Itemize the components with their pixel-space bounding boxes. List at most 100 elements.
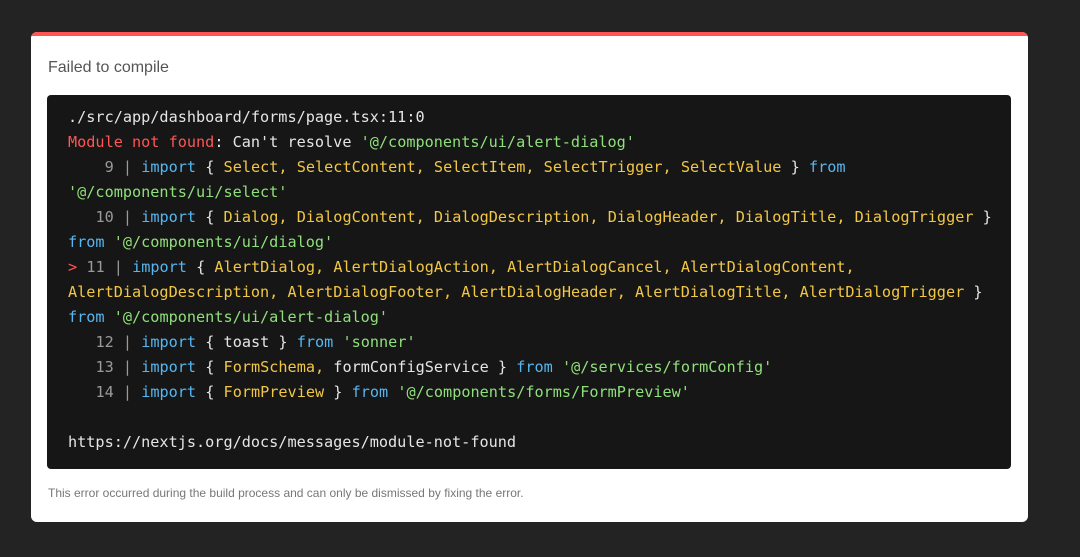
comma: , <box>616 283 626 301</box>
gutter-pipe: | <box>122 383 133 401</box>
error-label: Module not found <box>68 133 215 151</box>
brace-close: } <box>278 333 288 351</box>
line-number: 9 <box>104 158 114 176</box>
identifier: DialogDescription <box>433 208 590 226</box>
identifier: FormPreview <box>223 383 325 401</box>
identifier: AlertDialogAction <box>333 258 489 276</box>
line-number: 12 <box>95 333 114 351</box>
error-line-marker: > <box>68 258 78 276</box>
identifier: Select <box>223 158 279 176</box>
brace-close: } <box>982 208 992 226</box>
error-message: : Can't resolve <box>214 133 361 151</box>
comma: , <box>269 283 279 301</box>
line-number: 13 <box>95 358 114 376</box>
file-path: ./src/app/dashboard/forms/page.tsx:11:0 <box>68 108 425 126</box>
keyword-from: from <box>808 158 846 176</box>
comma: , <box>781 283 791 301</box>
line-number: 10 <box>95 208 114 226</box>
comma: , <box>278 158 288 176</box>
gutter-pipe: | <box>122 333 133 351</box>
error-overlay-dialog: Failed to compile ./src/app/dashboard/fo… <box>31 32 1028 522</box>
comma: , <box>442 283 453 301</box>
code-line-9-wrap: '@/components/ui/select' <box>68 180 990 205</box>
code-line-13: 13 | import { FormSchema, formConfigServ… <box>68 355 990 380</box>
identifier: DialogTrigger <box>854 208 974 226</box>
module-source: 'sonner' <box>342 333 416 351</box>
module-source: '@/components/forms/FormPreview' <box>397 383 690 401</box>
identifier: SelectTrigger <box>543 158 663 176</box>
brace-open: { <box>205 158 215 176</box>
brace-open: { <box>205 358 215 376</box>
module-source: '@/services/formConfig' <box>561 358 773 376</box>
identifier: DialogHeader <box>607 208 718 226</box>
code-line-14: 14 | import { FormPreview } from '@/comp… <box>68 380 990 405</box>
code-line-12: 12 | import { toast } from 'sonner' <box>68 330 990 355</box>
comma: , <box>717 208 727 226</box>
brace-close: } <box>790 158 800 176</box>
identifier: SelectValue <box>680 158 782 176</box>
comma: , <box>662 258 672 276</box>
code-line-10-wrap: from '@/components/ui/dialog' <box>68 230 990 255</box>
keyword-from: from <box>516 358 553 376</box>
comma: , <box>278 208 288 226</box>
brace-open: { <box>205 208 215 226</box>
keyword-import: import <box>141 358 197 376</box>
comma: , <box>662 158 672 176</box>
module-source: '@/components/ui/alert-dialog' <box>113 308 389 326</box>
identifier: SelectContent <box>296 158 416 176</box>
identifier: toast <box>223 333 270 351</box>
keyword-import: import <box>141 333 197 351</box>
identifier: AlertDialogDescription <box>68 283 270 301</box>
comma: , <box>845 258 855 276</box>
keyword-import: import <box>141 383 197 401</box>
line-number: 14 <box>95 383 114 401</box>
module-source: '@/components/ui/select' <box>68 183 288 201</box>
identifier: AlertDialog <box>214 258 316 276</box>
identifier: AlertDialogCancel <box>507 258 663 276</box>
keyword-from: from <box>351 383 389 401</box>
comma: , <box>836 208 846 226</box>
code-line-11-wrap-1: AlertDialogDescription, AlertDialogFoote… <box>68 280 990 305</box>
code-line-10: 10 | import { Dialog, DialogContent, Dia… <box>68 205 992 230</box>
brace-close: } <box>973 283 983 301</box>
identifier: formConfigService <box>333 358 489 376</box>
error-accent-bar <box>31 32 1028 36</box>
docs-link[interactable]: https://nextjs.org/docs/messages/module-… <box>68 433 516 451</box>
identifier: FormSchema <box>223 358 315 376</box>
identifier: DialogContent <box>296 208 416 226</box>
code-line-11-wrap-2: from '@/components/ui/alert-dialog' <box>68 305 990 330</box>
gutter-pipe: | <box>113 258 123 276</box>
keyword-import: import <box>132 258 187 276</box>
line-number: 11 <box>86 258 105 276</box>
code-line-9: 9 | import { Select, SelectContent, Sele… <box>68 155 990 180</box>
comma: , <box>589 208 599 226</box>
gutter-pipe: | <box>122 358 133 376</box>
dialog-title: Failed to compile <box>48 59 169 76</box>
brace-open: { <box>205 333 215 351</box>
dialog-footer-note: This error occurred during the build pro… <box>48 486 524 500</box>
gutter-pipe: | <box>122 158 133 176</box>
identifier: AlertDialogHeader <box>461 283 617 301</box>
comma: , <box>488 258 498 276</box>
comma: , <box>415 158 425 176</box>
comma: , <box>525 158 535 176</box>
docs-link-line: https://nextjs.org/docs/messages/module-… <box>68 430 990 455</box>
keyword-import: import <box>141 208 197 226</box>
identifier: AlertDialogTrigger <box>799 283 965 301</box>
identifier: AlertDialogFooter <box>287 283 443 301</box>
brace-close: } <box>497 358 508 376</box>
comma: , <box>314 358 325 376</box>
module-source: '@/components/ui/dialog' <box>113 233 334 251</box>
error-module: '@/components/ui/alert-dialog' <box>360 133 635 151</box>
error-message-line: Module not found: Can't resolve '@/compo… <box>68 130 990 155</box>
identifier: AlertDialogTitle <box>635 283 782 301</box>
gutter-pipe: | <box>122 208 133 226</box>
error-code-frame: ./src/app/dashboard/forms/page.tsx:11:0 … <box>47 95 1011 469</box>
keyword-from: from <box>68 233 105 251</box>
file-path-line: ./src/app/dashboard/forms/page.tsx:11:0 <box>68 105 990 130</box>
identifier: AlertDialogContent <box>680 258 846 276</box>
identifier: Dialog <box>223 208 279 226</box>
code-line-11: > 11 | import { AlertDialog, AlertDialog… <box>68 255 990 280</box>
identifier: DialogTitle <box>735 208 837 226</box>
